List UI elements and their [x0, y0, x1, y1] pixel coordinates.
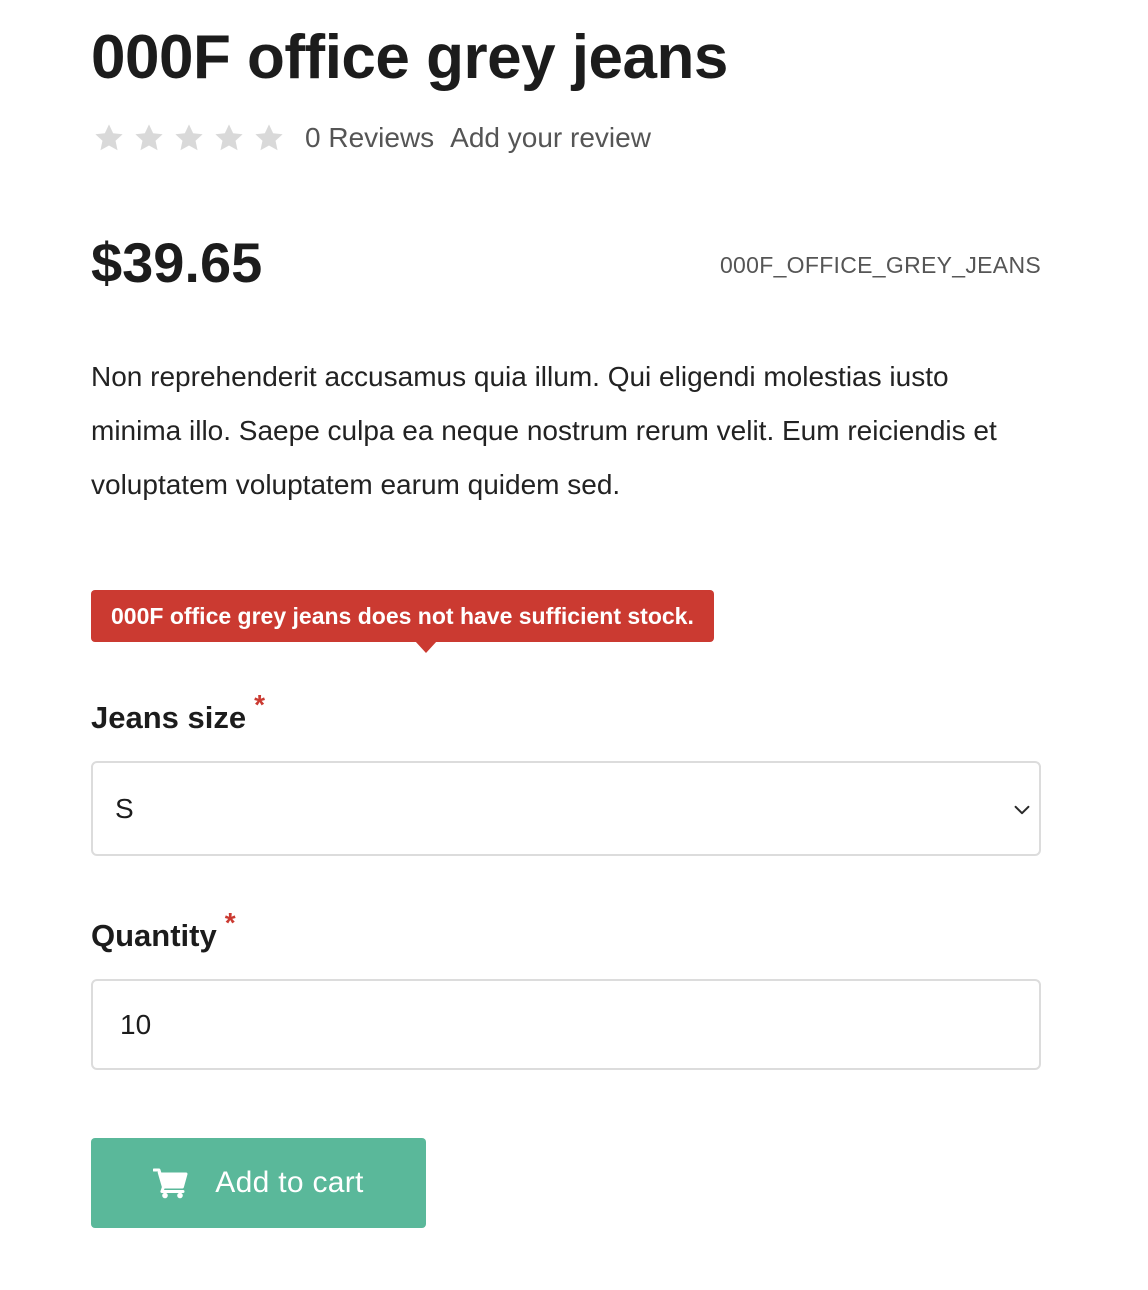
jeans-size-label-text: Jeans size [91, 700, 247, 735]
product-price: $39.65 [91, 231, 263, 294]
jeans-size-selected-value: S [115, 792, 134, 824]
quantity-label-text: Quantity [91, 918, 217, 953]
product-description: Non reprehenderit accusamus quia illum. … [91, 361, 997, 500]
jeans-size-label: Jeans size * [91, 689, 265, 739]
cart-icon [153, 1168, 188, 1199]
star-icon [175, 124, 203, 151]
add-to-cart-button[interactable]: Add to cart [91, 1138, 426, 1228]
add-to-cart-label: Add to cart [215, 1166, 364, 1199]
star-icon [215, 124, 243, 151]
star-icon [135, 124, 163, 151]
rating-stars[interactable] [93, 122, 285, 154]
rating-row: 0 Reviews Add your review [91, 118, 651, 158]
required-marker: * [224, 907, 236, 938]
star-icon [255, 124, 283, 151]
alert-pointer [415, 641, 437, 653]
required-marker: * [254, 689, 266, 720]
star-icon [95, 124, 123, 151]
reviews-count[interactable]: 0 Reviews [305, 118, 434, 158]
jeans-size-select[interactable]: S [91, 761, 1041, 856]
stock-error-alert: 000F office grey jeans does not have suf… [91, 590, 714, 642]
product-sku: 000F_OFFICE_GREY_JEANS [719, 252, 1041, 278]
product-title: 000F office grey jeans [91, 23, 728, 92]
chevron-down-icon [1014, 805, 1030, 815]
quantity-input[interactable] [91, 979, 1041, 1070]
add-review-link[interactable]: Add your review [450, 118, 651, 158]
quantity-label: Quantity * [91, 907, 236, 957]
